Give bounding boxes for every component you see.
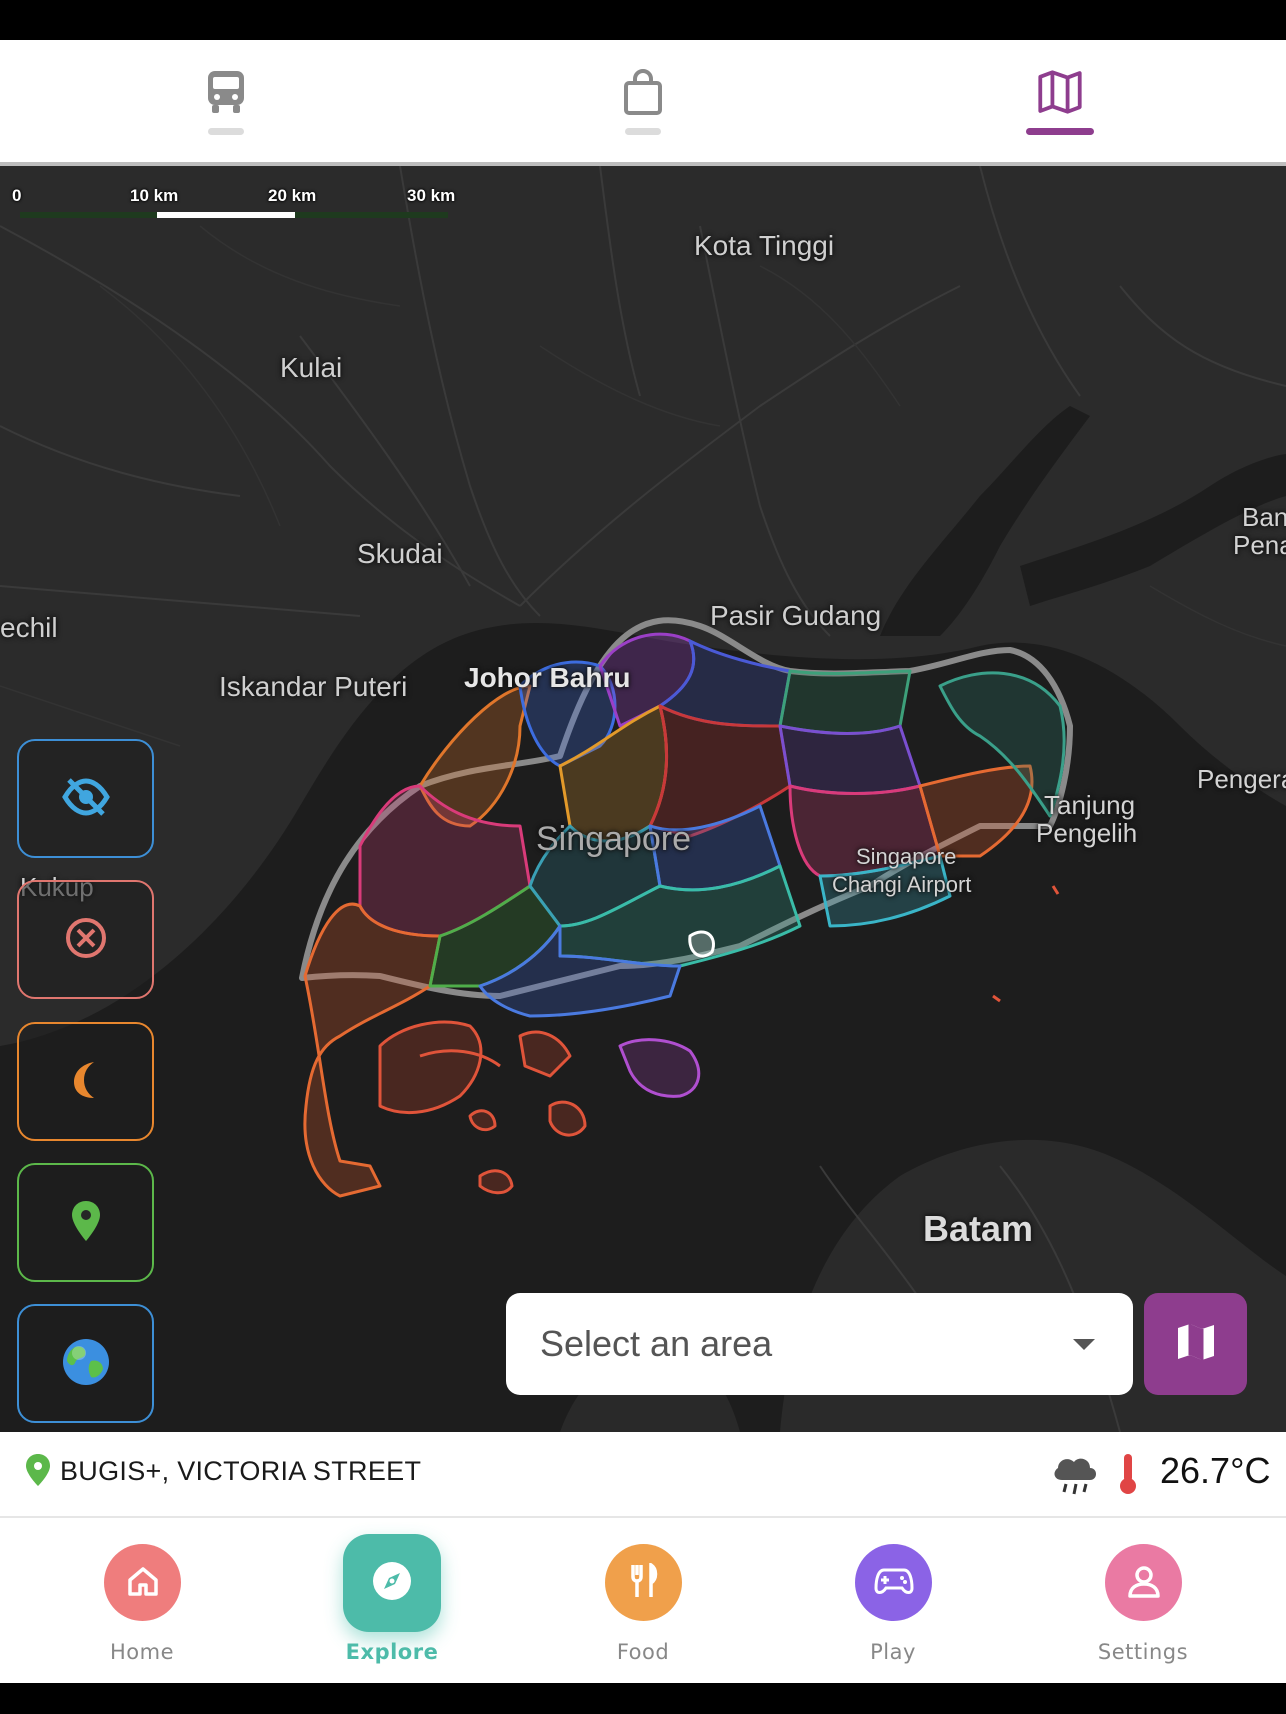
- chevron-down-icon: [1073, 1339, 1095, 1350]
- nav-food-button[interactable]: [605, 1544, 682, 1621]
- home-indicator-bar: [0, 1683, 1286, 1714]
- rain-cloud-icon: [1050, 1450, 1100, 1502]
- nav-explore-button[interactable]: [343, 1534, 441, 1632]
- place-label: Singapore: [856, 844, 957, 869]
- shopping-bag-icon: [621, 68, 665, 116]
- map-icon: [1038, 68, 1082, 116]
- home-icon: [126, 1565, 160, 1601]
- place-label: Singapore: [536, 820, 692, 858]
- info-bar: BUGIS+, VICTORIA STREET 26.7°C: [0, 1432, 1286, 1518]
- dark-mode-button[interactable]: [17, 1022, 154, 1141]
- temperature-label: 26.7°C: [1160, 1450, 1271, 1491]
- area-select-placeholder: Select an area: [540, 1323, 773, 1364]
- scale-segment: [157, 212, 295, 218]
- nav-label: Settings: [1097, 1640, 1189, 1664]
- map-icon: [1176, 1322, 1216, 1366]
- place-label: echil: [0, 612, 58, 643]
- area-select-dropdown[interactable]: Select an area: [506, 1293, 1133, 1395]
- app-screen: 0 10 km 20 km 30 km Kota Tinggi Kulai Sk…: [0, 0, 1286, 1714]
- compass-icon: [370, 1559, 414, 1607]
- nav-label: Home: [109, 1640, 174, 1664]
- hide-layer-button[interactable]: [17, 739, 154, 858]
- place-label: Pengera: [1197, 764, 1286, 794]
- nav-label: Explore: [345, 1640, 439, 1664]
- bottom-navigation: Home Explore Food Play Settings: [0, 1518, 1286, 1683]
- place-label: Skudai: [357, 538, 443, 569]
- place-label: Iskandar Puteri: [219, 671, 408, 702]
- tab-map[interactable]: [1000, 40, 1120, 162]
- nav-label: Play: [870, 1640, 916, 1664]
- bus-icon: [204, 68, 248, 116]
- globe-icon: [61, 1337, 111, 1391]
- nav-label: Food: [616, 1640, 670, 1664]
- clear-button[interactable]: [17, 880, 154, 999]
- tab-indicator: [625, 128, 661, 135]
- status-bar: [0, 0, 1286, 40]
- place-label: Kulai: [280, 352, 343, 383]
- current-location-label: BUGIS+, VICTORIA STREET: [60, 1456, 422, 1486]
- nav-home-button[interactable]: [104, 1544, 181, 1621]
- nav-settings[interactable]: Settings: [1043, 1518, 1243, 1683]
- eye-off-icon: [61, 777, 110, 821]
- scale-bar: 0 10 km 20 km 30 km: [12, 186, 472, 236]
- place-label: Batam: [923, 1208, 1034, 1249]
- nav-play[interactable]: Play: [793, 1518, 993, 1683]
- top-tab-bar: [0, 40, 1286, 166]
- place-label: Pena: [1233, 530, 1286, 560]
- globe-button[interactable]: [17, 1304, 154, 1423]
- location-pin-icon: [70, 1199, 102, 1247]
- moon-icon: [68, 1060, 104, 1104]
- user-icon: [1127, 1564, 1161, 1602]
- place-label: Pengelih: [1036, 818, 1138, 848]
- place-label: Ban: [1242, 502, 1286, 532]
- nav-explore[interactable]: Explore: [292, 1518, 492, 1683]
- scale-label-30: 30 km: [407, 186, 456, 205]
- nav-play-button[interactable]: [855, 1544, 932, 1621]
- scale-label-0: 0: [12, 186, 22, 205]
- map-view-button[interactable]: [1144, 1293, 1247, 1395]
- nav-food[interactable]: Food: [543, 1518, 743, 1683]
- nav-settings-button[interactable]: [1105, 1544, 1182, 1621]
- place-label: Pasir Gudang: [710, 600, 882, 631]
- nav-home[interactable]: Home: [42, 1518, 242, 1683]
- scale-label-20: 20 km: [268, 186, 317, 205]
- place-label: Kota Tinggi: [694, 230, 835, 261]
- tab-indicator: [208, 128, 244, 135]
- my-location-button[interactable]: [17, 1163, 154, 1282]
- place-label: Johor Bahru: [464, 662, 631, 693]
- tab-shopping[interactable]: [583, 40, 703, 162]
- location-pin-icon: [24, 1452, 52, 1492]
- place-label: Tanjung: [1044, 790, 1136, 820]
- tab-bus[interactable]: [166, 40, 286, 162]
- gamepad-icon: [873, 1566, 914, 1600]
- scale-label-10: 10 km: [130, 186, 179, 205]
- thermometer-icon: [1116, 1450, 1140, 1502]
- tab-indicator-active: [1026, 128, 1094, 135]
- map-view[interactable]: 0 10 km 20 km 30 km Kota Tinggi Kulai Sk…: [0, 166, 1286, 1432]
- utensils-icon: [627, 1561, 661, 1603]
- close-circle-icon: [64, 916, 108, 964]
- place-label: Changi Airport: [832, 872, 972, 897]
